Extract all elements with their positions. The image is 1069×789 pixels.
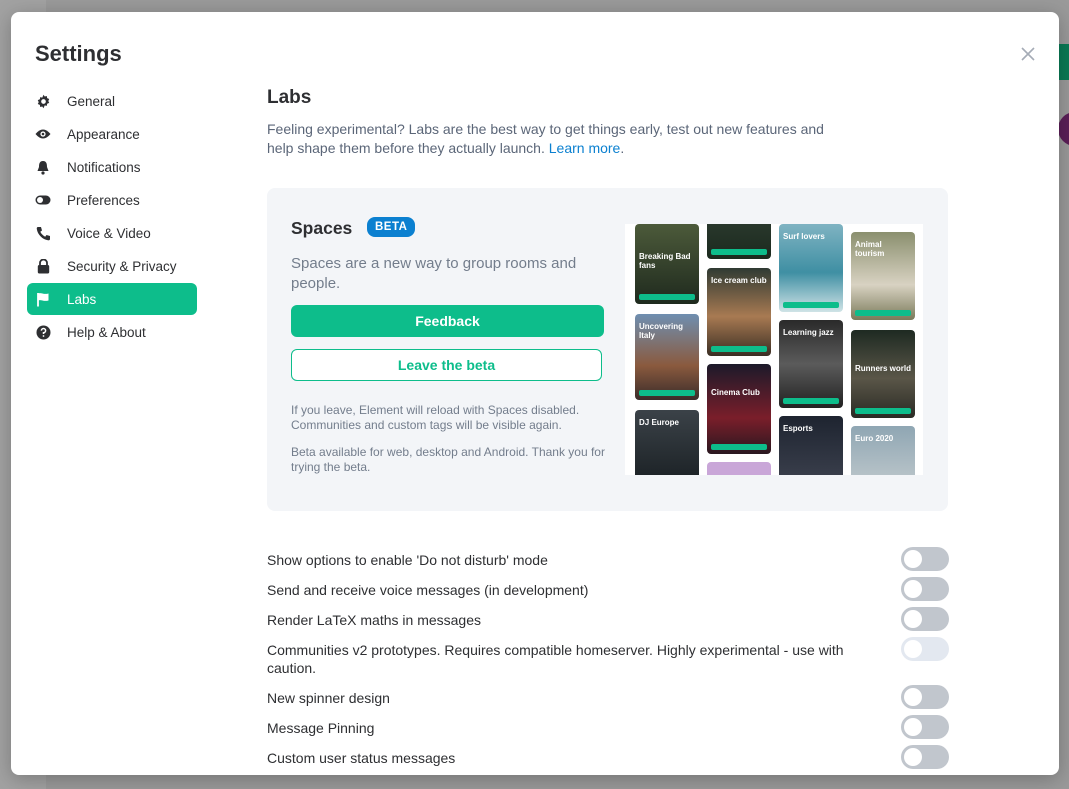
sidebar-item-label: Preferences bbox=[67, 192, 140, 208]
setting-new-spinner: New spinner design bbox=[267, 685, 949, 709]
preview-tile-label: Ice cream club bbox=[711, 276, 767, 285]
sidebar-item-label: Appearance bbox=[67, 126, 140, 142]
flag-icon bbox=[35, 291, 51, 307]
sidebar-item-voice-video[interactable]: Voice & Video bbox=[27, 217, 197, 249]
sidebar-item-labs[interactable]: Labs bbox=[27, 283, 197, 315]
dialog-title: Settings bbox=[35, 41, 122, 66]
setting-label: Render LaTeX maths in messages bbox=[267, 612, 481, 628]
preview-tile: Ice cream club bbox=[707, 268, 771, 356]
preview-tile-label: Euro 2020 bbox=[855, 434, 894, 443]
help-icon bbox=[35, 324, 51, 340]
setting-label: Custom user status messages bbox=[267, 750, 456, 766]
preview-tile-label: Esports bbox=[783, 424, 813, 433]
preview-tile: Euro 2020 bbox=[851, 426, 915, 475]
setting-voice-messages: Send and receive voice messages (in deve… bbox=[267, 577, 949, 601]
toggle-icon bbox=[35, 192, 51, 208]
feedback-button[interactable]: Feedback bbox=[291, 305, 604, 337]
toggle-switch[interactable] bbox=[901, 547, 949, 571]
sidebar-item-label: Voice & Video bbox=[67, 225, 151, 241]
labs-panel: Labs Feeling experimental? Labs are the … bbox=[267, 84, 957, 769]
setting-label: New spinner design bbox=[267, 690, 390, 706]
toggle-switch[interactable] bbox=[901, 745, 949, 769]
preview-tile: DJ Europe bbox=[635, 410, 699, 475]
preview-tile-label: DJ Europe bbox=[639, 418, 680, 427]
spaces-beta-card: Spaces BETA Spaces are a new way to grou… bbox=[267, 188, 948, 511]
close-icon[interactable] bbox=[1019, 45, 1037, 63]
bell-icon bbox=[35, 159, 51, 175]
preview-tile: Runners world bbox=[851, 330, 915, 418]
sidebar-item-label: Labs bbox=[67, 291, 97, 307]
setting-label: Send and receive voice messages (in deve… bbox=[267, 582, 589, 598]
beta-fine-print: If you leave, Element will reload with S… bbox=[291, 403, 580, 432]
beta-title: Spaces bbox=[291, 218, 353, 238]
labs-description-end: . bbox=[620, 140, 625, 156]
preview-tile bbox=[707, 224, 771, 259]
sidebar-item-general[interactable]: General bbox=[27, 85, 197, 117]
lock-icon bbox=[35, 258, 51, 274]
toggle-switch[interactable] bbox=[901, 715, 949, 739]
preview-tile: Surf lovers bbox=[779, 224, 843, 312]
sidebar-item-label: General bbox=[67, 93, 116, 109]
setting-custom-status: Custom user status messages bbox=[267, 745, 949, 769]
beta-badge: BETA bbox=[367, 217, 416, 237]
sidebar-item-security[interactable]: Security & Privacy bbox=[27, 250, 197, 282]
sidebar-item-notifications[interactable]: Notifications bbox=[27, 151, 197, 183]
preview-tile: Learning jazz bbox=[779, 320, 843, 408]
phone-icon bbox=[35, 225, 51, 241]
setting-do-not-disturb: Show options to enable 'Do not disturb' … bbox=[267, 547, 949, 571]
sidebar-item-appearance[interactable]: Appearance bbox=[27, 118, 197, 150]
settings-sidebar: General Appearance Notifications Prefere… bbox=[27, 85, 197, 349]
preview-tile: Cinema Club bbox=[707, 364, 771, 454]
sidebar-item-label: Security & Privacy bbox=[67, 258, 177, 274]
sidebar-item-label: Help & About bbox=[67, 324, 146, 340]
preview-tile-label: Cinema Club bbox=[711, 388, 760, 397]
learn-more-link[interactable]: Learn more bbox=[549, 140, 621, 156]
preview-tile-label: Breaking Bad fans bbox=[639, 252, 691, 270]
toggle-switch[interactable] bbox=[901, 637, 949, 661]
setting-label: Show options to enable 'Do not disturb' … bbox=[267, 552, 548, 568]
sidebar-item-help-about[interactable]: Help & About bbox=[27, 316, 197, 348]
preview-tile-label: Animal tourism bbox=[855, 240, 885, 258]
gear-icon bbox=[35, 93, 51, 109]
preview-tile-label: Learning jazz bbox=[783, 328, 834, 337]
setting-label: Message Pinning bbox=[267, 720, 375, 736]
sidebar-item-label: Notifications bbox=[67, 159, 141, 175]
labs-description-text: Feeling experimental? Labs are the best … bbox=[267, 121, 824, 156]
beta-availability-note: Beta available for web, desktop and Andr… bbox=[291, 445, 605, 474]
setting-label: Communities v2 prototypes. Requires comp… bbox=[267, 642, 844, 676]
sidebar-item-preferences[interactable]: Preferences bbox=[27, 184, 197, 216]
preview-tile: Esports bbox=[779, 416, 843, 475]
beta-caption: Spaces are a new way to group rooms and … bbox=[291, 255, 577, 292]
leave-beta-button[interactable]: Leave the beta bbox=[291, 349, 602, 381]
spaces-preview-image: Breaking Bad fans Uncovering Italy DJ Eu… bbox=[625, 224, 923, 475]
page-title: Labs bbox=[267, 87, 312, 108]
toggle-switch[interactable] bbox=[901, 577, 949, 601]
preview-tile: Animal tourism bbox=[851, 232, 915, 320]
preview-tile: Breaking Bad fans bbox=[635, 224, 699, 304]
preview-tile bbox=[707, 462, 771, 475]
labs-description: Feeling experimental? Labs are the best … bbox=[267, 120, 847, 158]
setting-latex-maths: Render LaTeX maths in messages bbox=[267, 607, 949, 631]
toggle-switch[interactable] bbox=[901, 607, 949, 631]
eye-icon bbox=[35, 126, 51, 142]
setting-message-pinning: Message Pinning bbox=[267, 715, 949, 739]
preview-tile-label: Runners world bbox=[855, 364, 912, 373]
setting-communities-v2: Communities v2 prototypes. Requires comp… bbox=[267, 637, 949, 677]
toggle-switch[interactable] bbox=[901, 685, 949, 709]
preview-tile-label: Surf lovers bbox=[783, 232, 825, 241]
labs-settings-list: Show options to enable 'Do not disturb' … bbox=[267, 547, 949, 775]
preview-tile: Uncovering Italy bbox=[635, 314, 699, 400]
settings-dialog: Settings General Appearance Notification… bbox=[11, 12, 1059, 775]
preview-tile-label: Uncovering Italy bbox=[639, 322, 684, 340]
